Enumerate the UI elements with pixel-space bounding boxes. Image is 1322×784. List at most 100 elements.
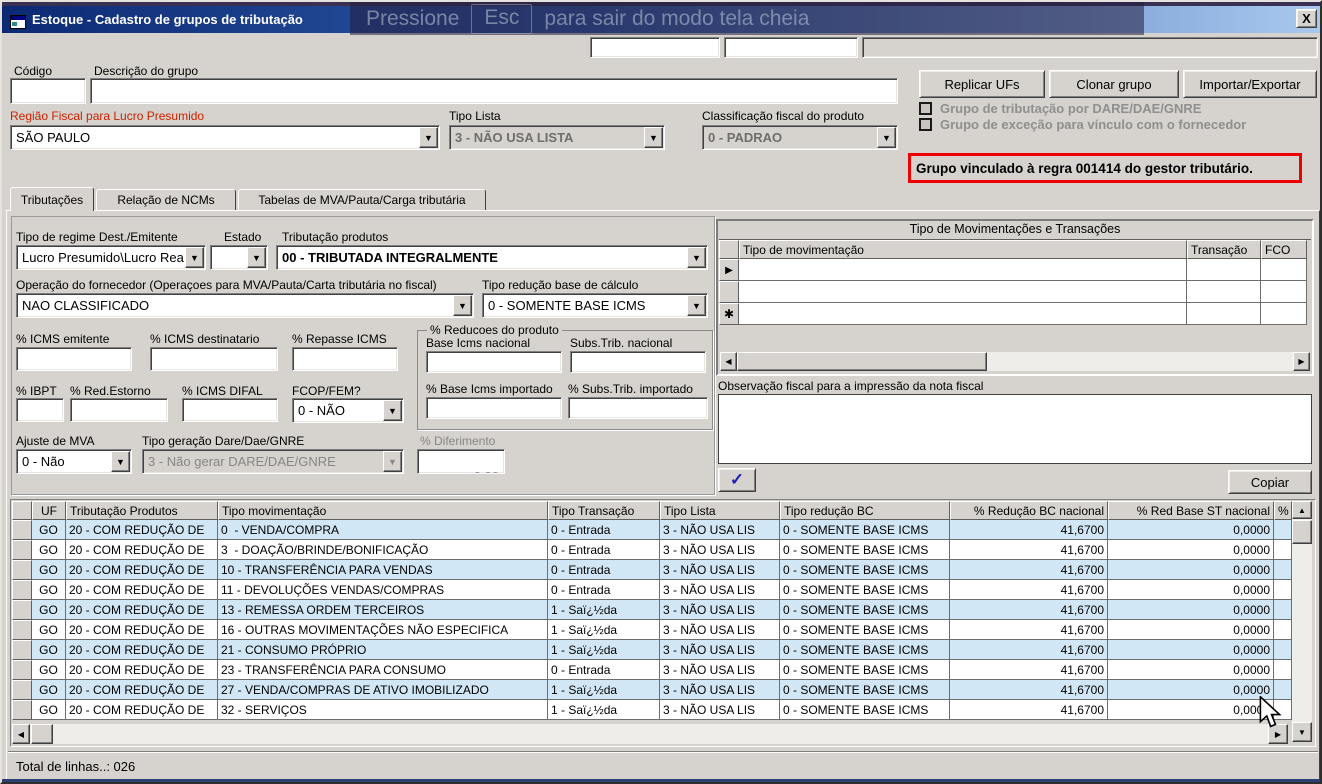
overlay-text-pressione: Pressione: [366, 7, 459, 31]
tipo-lista-label: Tipo Lista: [449, 109, 501, 123]
col-lista[interactable]: Tipo Lista: [660, 501, 780, 520]
chevron-down-icon: ▼: [383, 400, 402, 421]
replicar-ufs-button[interactable]: Replicar UFs: [919, 70, 1045, 98]
importar-exportar-button[interactable]: Importar/Exportar: [1183, 70, 1317, 98]
bottom-edge-strip: [2, 779, 1322, 784]
operacao-label: Operação do fornecedor (Operaçoes para M…: [16, 278, 437, 292]
mov-row-new[interactable]: ✱: [719, 303, 1307, 325]
descricao-label: Descrição do grupo: [94, 64, 198, 78]
observacao-label: Observação fiscal para a impressão da no…: [718, 379, 983, 393]
table-row[interactable]: GO20 - COM REDUÇÃO DE32 - SERVIÇOS1 - Sa…: [12, 700, 1292, 720]
table-row[interactable]: GO20 - COM REDUÇÃO DE11 - DEVOLUÇÕES VEN…: [12, 580, 1292, 600]
checkbox-dare[interactable]: [919, 102, 932, 115]
date-to-field[interactable]: 02/08/2021: [724, 37, 858, 58]
classificacao-label: Classificação fiscal do produto: [702, 109, 864, 123]
subs-importado-field[interactable]: 0,00: [568, 397, 708, 419]
col-transacao[interactable]: Tipo Transação: [548, 501, 660, 520]
col-reducao-bc[interactable]: Tipo redução BC: [780, 501, 950, 520]
mov-col-movimentacao[interactable]: Tipo de movimentação: [739, 240, 1187, 259]
ajuste-mva-value: 0 - Não: [17, 450, 110, 473]
uf-grid-vscrollbar[interactable]: ▲ ▼: [1292, 501, 1312, 742]
icms-destinatario-value: 0,00: [247, 367, 272, 371]
chevron-down-icon: ▼: [687, 295, 706, 316]
base-importado-value: 0,00: [531, 416, 556, 419]
fcop-select[interactable]: 0 - NÃO ▼: [292, 398, 404, 423]
scroll-down-icon[interactable]: ▼: [1292, 722, 1312, 742]
table-row[interactable]: GO20 - COM REDUÇÃO DE0 - VENDA/COMPRA0 -…: [12, 520, 1292, 540]
uf-grid-hscroll-thumb[interactable]: [31, 724, 53, 744]
col-uf[interactable]: UF: [32, 501, 66, 520]
col-movimentacao[interactable]: Tipo movimentação: [218, 501, 548, 520]
chevron-down-icon: ▼: [453, 295, 472, 316]
mov-hscroll-thumb[interactable]: [737, 352, 987, 371]
date-from-field[interactable]: 31/07/2021: [590, 37, 720, 58]
base-nacional-field[interactable]: 0,00: [426, 351, 562, 373]
table-row[interactable]: GO20 - COM REDUÇÃO DE3 - DOAÇÃO/BRINDE/B…: [12, 540, 1292, 560]
tab-relacao-ncms[interactable]: Relação de NCMs: [96, 189, 236, 210]
scroll-right-icon[interactable]: ▶: [1293, 352, 1310, 371]
codigo-field[interactable]: 0132: [10, 78, 86, 104]
confirm-button[interactable]: ✓: [718, 468, 756, 492]
icms-difal-field[interactable]: 0,00: [182, 398, 278, 422]
table-row[interactable]: GO20 - COM REDUÇÃO DE16 - OUTRAS MOVIMEN…: [12, 620, 1292, 640]
scroll-left-icon[interactable]: ◀: [720, 352, 737, 371]
movimentacoes-title: Tipo de Movimentações e Transações: [719, 222, 1311, 240]
chevron-down-icon: ▼: [877, 127, 896, 148]
ajuste-mva-select[interactable]: 0 - Não ▼: [16, 449, 132, 474]
mov-col-fco[interactable]: FCO: [1261, 240, 1307, 259]
table-row[interactable]: GO20 - COM REDUÇÃO DE27 - VENDA/COMPRAS …: [12, 680, 1292, 700]
fcop-value: 0 - NÃO: [293, 399, 382, 422]
uf-grid-vscroll-thumb[interactable]: [1292, 520, 1312, 544]
table-row[interactable]: GO20 - COM REDUÇÃO DE23 - TRANSFERÊNCIA …: [12, 660, 1292, 680]
estado-select[interactable]: ▼: [210, 245, 268, 270]
repasse-icms-field[interactable]: 0,00: [292, 347, 398, 371]
subs-nacional-value: 0,00: [675, 370, 700, 373]
descricao-field[interactable]: GESTOR TRIBUTARIO - LISTA: SEM LISTA - N…: [90, 78, 898, 104]
codigo-value: 0132: [51, 100, 80, 104]
uf-grid-hscrollbar[interactable]: ◀ ▶: [12, 724, 1288, 744]
tribprod-select[interactable]: 00 - TRIBUTADA INTEGRALMENTE ▼: [276, 245, 708, 270]
ibpt-field[interactable]: 0,00: [16, 398, 64, 422]
regiao-fiscal-select[interactable]: SÃO PAULO ▼: [10, 125, 440, 150]
regra-vinculada-text: Grupo vinculado à regra 001414 do gestor…: [916, 161, 1253, 176]
scroll-left-icon[interactable]: ◀: [12, 724, 30, 744]
new-row-icon: ✱: [719, 303, 739, 325]
classificacao-select[interactable]: 0 - PADRAO ▼: [702, 125, 898, 150]
mov-row-empty[interactable]: [719, 281, 1307, 303]
table-row[interactable]: GO20 - COM REDUÇÃO DE10 - TRANSFERÊNCIA …: [12, 560, 1292, 580]
icms-emitente-field[interactable]: 0,00: [16, 347, 132, 371]
table-row[interactable]: GO20 - COM REDUÇÃO DE13 - REMESSA ORDEM …: [12, 600, 1292, 620]
icms-destinatario-field[interactable]: 0,00: [150, 347, 278, 371]
tab-tributacoes[interactable]: Tributações: [10, 187, 94, 211]
table-row[interactable]: GO20 - COM REDUÇÃO DE21 - CONSUMO PRÓPRI…: [12, 640, 1292, 660]
tipored-select[interactable]: 0 - SOMENTE BASE ICMS ▼: [482, 293, 708, 318]
date-to-value: 02/08/2021: [743, 55, 803, 58]
clonar-grupo-button[interactable]: Clonar grupo: [1049, 70, 1179, 98]
tipo-lista-select[interactable]: 3 - NÃO USA LISTA ▼: [449, 125, 665, 150]
tab-tabelas-mva[interactable]: Tabelas de MVA/Pauta/Carga tributária: [238, 189, 486, 210]
operacao-select[interactable]: NAO CLASSIFICADO ▼: [16, 293, 474, 318]
regime-label: Tipo de regime Dest./Emitente: [16, 230, 178, 244]
gnre-select: 3 - Não gerar DARE/DAE/GNRE ▼: [142, 449, 404, 474]
base-importado-field[interactable]: 0,00: [426, 397, 562, 419]
observacao-textarea[interactable]: [718, 394, 1312, 464]
col-pct[interactable]: %: [1274, 501, 1292, 520]
scroll-up-icon[interactable]: ▲: [1292, 501, 1312, 519]
col-tributacao[interactable]: Tributação Produtos: [66, 501, 218, 520]
mov-col-transacao[interactable]: Transação: [1187, 240, 1261, 259]
col-red-bc-nacional[interactable]: % Redução BC nacional: [950, 501, 1108, 520]
diferimento-field: 0,00: [417, 449, 505, 474]
gnre-label: Tipo geração Dare/Dae/GNRE: [142, 434, 304, 448]
current-row-marker: ▶: [719, 259, 739, 281]
regime-select[interactable]: Lucro Presumido\Lucro Rea ▼: [16, 245, 206, 270]
close-button[interactable]: X: [1296, 9, 1317, 28]
checkbox-excecao[interactable]: [919, 118, 932, 131]
ibpt-value: 0,00: [36, 418, 61, 422]
resp-atualizacao-value: Resp. Atualização: LINX ADM: [1153, 55, 1312, 58]
mov-row-current[interactable]: ▶: [719, 259, 1307, 281]
copiar-button[interactable]: Copiar: [1228, 470, 1312, 494]
col-red-st-nacional[interactable]: % Red Base ST nacional: [1108, 501, 1274, 520]
importar-exportar-label: Importar/Exportar: [1199, 77, 1300, 92]
movimentacoes-title-text: Tipo de Movimentações e Transações: [910, 222, 1121, 236]
mov-hscrollbar[interactable]: ◀ ▶: [720, 352, 1310, 371]
